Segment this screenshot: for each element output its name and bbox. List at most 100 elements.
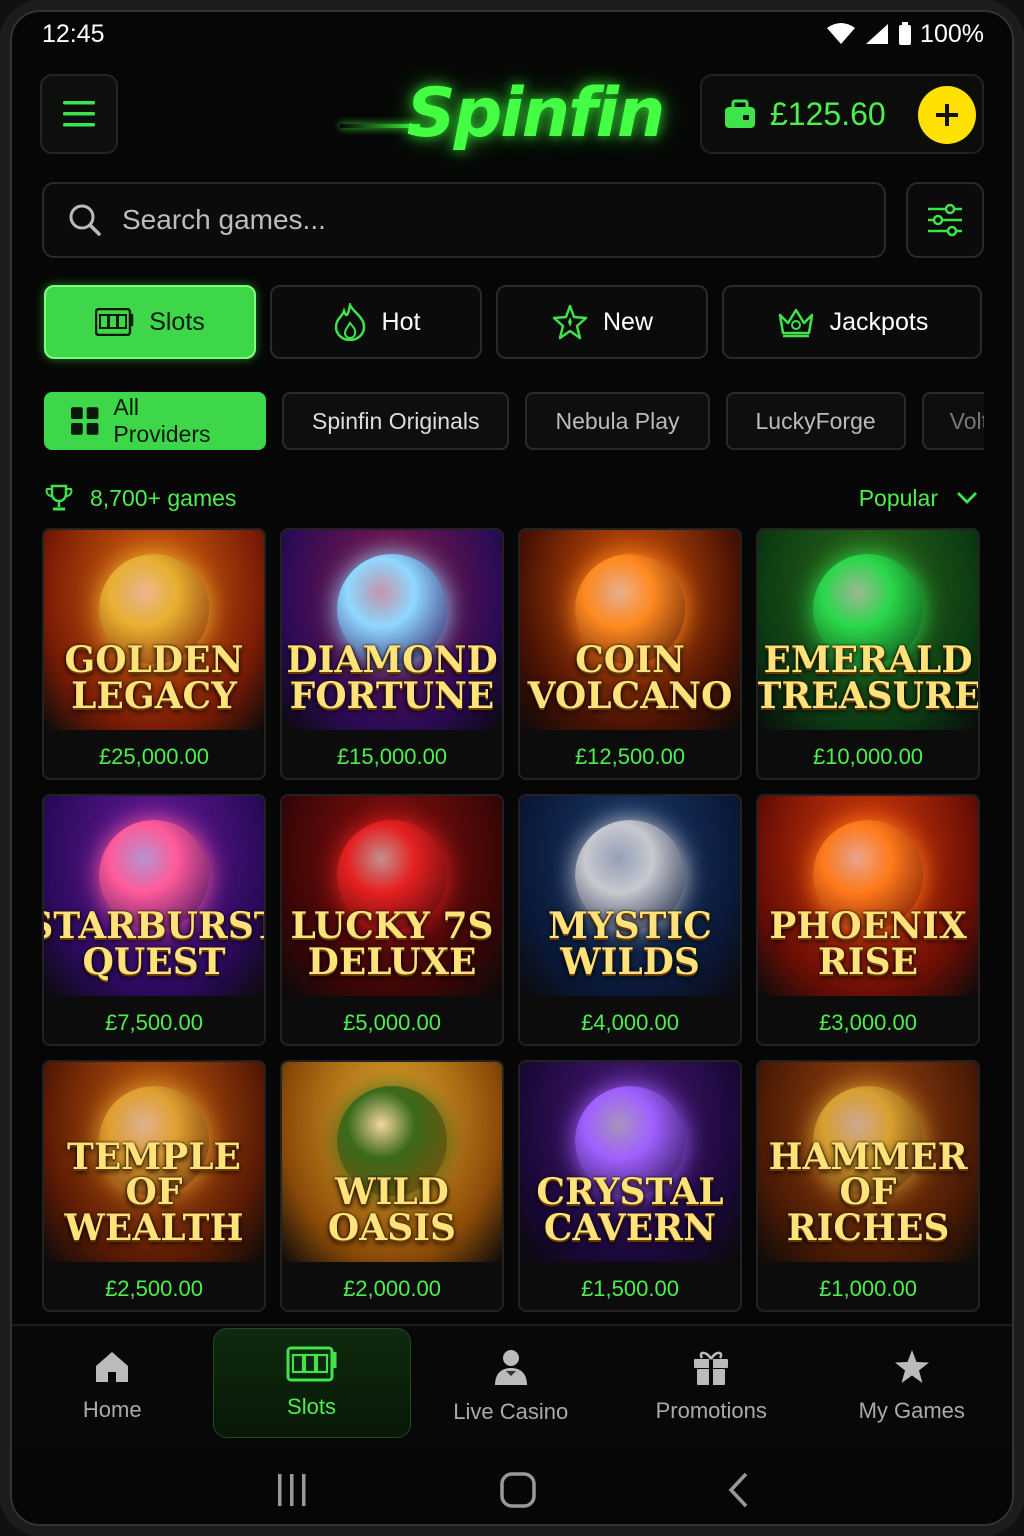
game-artwork: Crystal Cavern	[520, 1062, 740, 1262]
provider-filters: All Providers Spinfin Originals Nebula P…	[44, 392, 984, 454]
game-artwork: Starburst Quest	[44, 796, 264, 996]
tab-label: Slots	[149, 307, 205, 336]
game-artwork: Diamond Fortune	[282, 530, 502, 730]
game-card[interactable]: Emerald Treasure £10,000.00	[756, 528, 980, 780]
cellular-signal-icon	[866, 24, 889, 44]
nav-live-casino[interactable]: Live Casino	[411, 1326, 612, 1446]
provider-nebula-play[interactable]: Nebula Play	[525, 392, 710, 450]
status-bar: 12:45 100%	[42, 14, 984, 54]
game-card[interactable]: Mystic Wilds £4,000.00	[518, 794, 742, 1046]
game-title: Wild Oasis	[327, 1171, 457, 1249]
provider-volt[interactable]: Volt	[921, 392, 984, 450]
game-jackpot: £15,000.00	[336, 744, 448, 769]
nav-label: Promotions	[655, 1398, 767, 1423]
game-jackpot: £3,000.00	[819, 1010, 917, 1035]
game-title: Lucky 7s Deluxe	[290, 905, 494, 983]
game-title: Crystal Cavern	[536, 1171, 724, 1249]
dealer-icon	[494, 1350, 527, 1385]
game-jackpot: £5,000.00	[343, 1010, 441, 1035]
provider-label: Volt	[949, 407, 984, 434]
game-card[interactable]: Golden Legacy £25,000.00	[42, 528, 266, 780]
nav-label: My Games	[858, 1398, 965, 1423]
game-artwork: Phoenix Rise	[758, 796, 978, 996]
game-title: Temple of Wealth	[64, 1136, 244, 1249]
game-artwork: Mystic Wilds	[520, 796, 740, 996]
game-title: Emerald Treasure	[756, 639, 980, 717]
sliders-icon	[928, 203, 962, 237]
category-tabs: Slots Hot New Jackpots	[44, 285, 982, 363]
recent-apps-icon[interactable]	[274, 1472, 310, 1508]
tab-hot[interactable]: Hot	[270, 285, 482, 359]
game-grid: Golden Legacy £25,000.00 Diamond Fortune £1…	[42, 528, 982, 1312]
nav-my-games[interactable]: My Games	[812, 1326, 1013, 1446]
wallet-balance[interactable]: £125.60	[700, 74, 984, 154]
search-row	[40, 182, 984, 262]
sort-label: Popular	[858, 484, 938, 511]
provider-luckyforge[interactable]: LuckyForge	[725, 392, 906, 450]
back-icon[interactable]	[726, 1471, 750, 1509]
battery-percent: 100%	[920, 19, 984, 48]
game-card[interactable]: Hammer of Riches £1,000.00	[756, 1060, 980, 1312]
game-card[interactable]: Wild Oasis £2,000.00	[280, 1060, 504, 1312]
slot-machine-icon	[286, 1346, 336, 1382]
search-box[interactable]	[42, 182, 886, 258]
grid-icon	[70, 407, 99, 435]
game-title: Hammer of Riches	[768, 1136, 968, 1249]
tab-new[interactable]: New	[496, 285, 708, 359]
provider-label: All Providers	[113, 394, 211, 447]
game-card[interactable]: Coin Volcano £12,500.00	[518, 528, 742, 780]
game-title: Diamond Fortune	[286, 639, 498, 717]
brand-logo[interactable]: Spinfin	[370, 68, 700, 158]
tab-label: Hot	[381, 307, 421, 336]
game-title: Mystic Wilds	[548, 905, 712, 983]
status-icons: 100%	[826, 20, 984, 49]
battery-icon	[899, 22, 912, 45]
sparkle-star-icon	[552, 304, 588, 340]
game-jackpot: £1,000.00	[819, 1276, 917, 1301]
game-artwork: Emerald Treasure	[758, 530, 978, 730]
game-title: Starburst Quest	[44, 905, 264, 983]
wifi-icon	[827, 23, 856, 44]
game-card[interactable]: Phoenix Rise £3,000.00	[756, 794, 980, 1046]
filter-button[interactable]	[906, 182, 984, 258]
provider-label: Spinfin Originals	[312, 407, 480, 434]
game-jackpot: £7,500.00	[105, 1010, 203, 1035]
game-card[interactable]: Starburst Quest £7,500.00	[42, 794, 266, 1046]
menu-button[interactable]	[40, 74, 118, 154]
search-input[interactable]	[120, 203, 824, 237]
game-jackpot: £10,000.00	[812, 744, 924, 769]
app-screen: 12:45 100% Spinfin £125.60 Search games.…	[0, 0, 1024, 1536]
gift-icon	[694, 1351, 729, 1385]
game-title: Golden Legacy	[64, 639, 244, 717]
game-jackpot: £4,000.00	[581, 1010, 679, 1035]
crown-icon	[778, 308, 813, 338]
game-artwork: Golden Legacy	[44, 530, 264, 730]
home-button-icon[interactable]	[499, 1471, 537, 1509]
slot-machine-icon	[95, 308, 134, 336]
game-jackpot: £12,500.00	[574, 744, 686, 769]
provider-spinfin-originals[interactable]: Spinfin Originals	[282, 392, 510, 450]
game-artwork: Wild Oasis	[282, 1062, 502, 1262]
tab-slots[interactable]: Slots	[44, 285, 256, 359]
game-card[interactable]: Temple of Wealth £2,500.00	[42, 1060, 266, 1312]
game-artwork: Temple of Wealth	[44, 1062, 264, 1262]
trophy-icon	[45, 484, 73, 511]
chevron-down-icon	[957, 492, 977, 504]
sort-dropdown[interactable]: Popular	[859, 485, 978, 512]
tab-jackpots[interactable]: Jackpots	[722, 285, 982, 359]
game-title: Coin Volcano	[527, 639, 733, 717]
game-card[interactable]: Lucky 7s Deluxe £5,000.00	[280, 794, 504, 1046]
game-artwork: Lucky 7s Deluxe	[282, 796, 502, 996]
game-card[interactable]: Diamond Fortune £15,000.00	[280, 528, 504, 780]
bottom-navigation: Home Slots Live Casino Promotions My Gam…	[12, 1324, 1012, 1446]
game-count: 8,700+ games	[44, 483, 236, 513]
deposit-button[interactable]	[918, 86, 976, 144]
plus-icon	[936, 104, 958, 126]
nav-slots[interactable]: Slots	[212, 1328, 411, 1438]
game-card[interactable]: Crystal Cavern £1,500.00	[518, 1060, 742, 1312]
nav-promotions[interactable]: Promotions	[611, 1326, 812, 1446]
provider-all[interactable]: All Providers	[44, 392, 266, 450]
game-artwork: Hammer of Riches	[758, 1062, 978, 1262]
nav-home[interactable]: Home	[12, 1326, 213, 1446]
nav-label: Slots	[287, 1394, 336, 1419]
